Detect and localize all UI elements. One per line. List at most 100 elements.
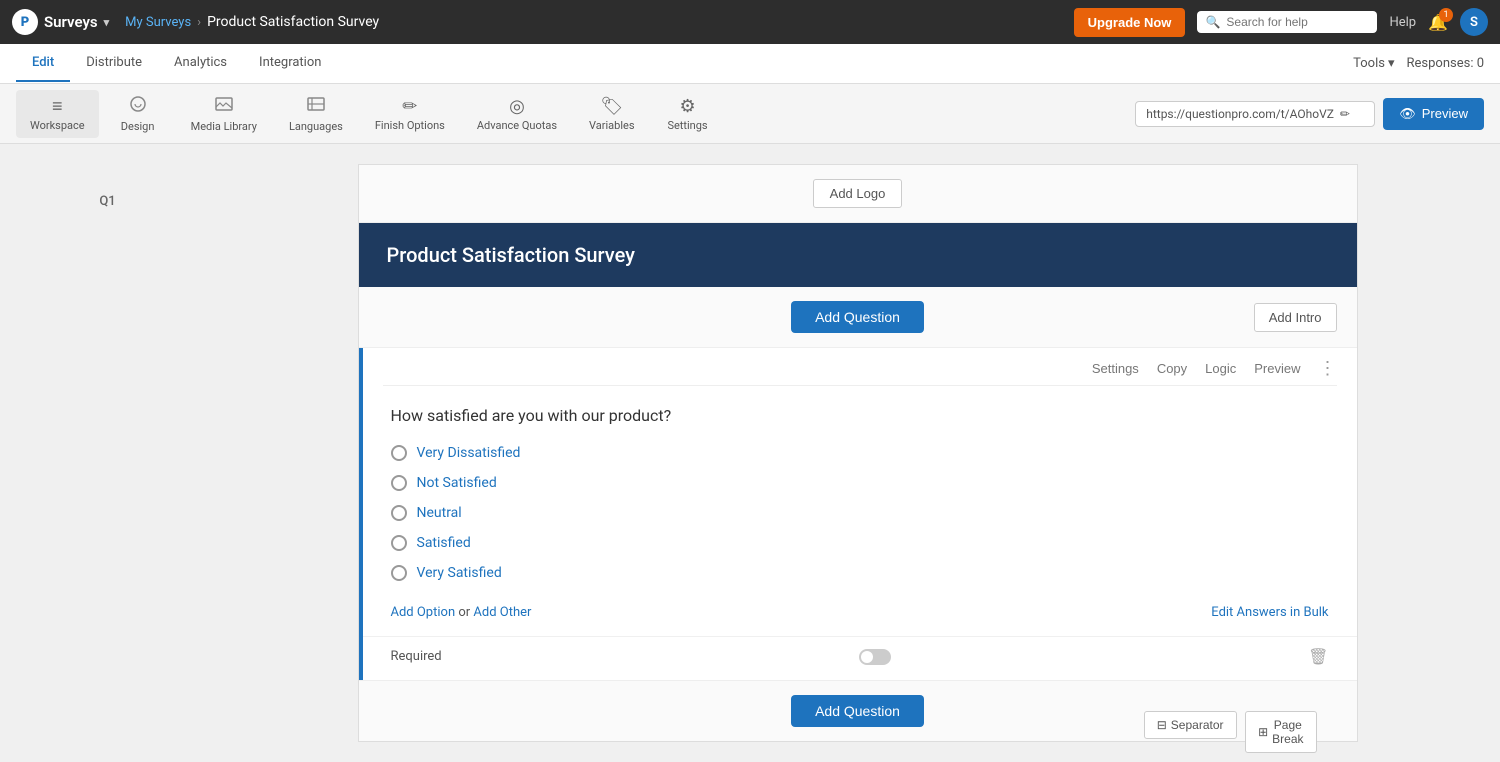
toolbar-media-library[interactable]: Media Library [177,89,271,139]
question-copy-button[interactable]: Copy [1157,361,1187,376]
add-option-links: Add Option or Add Other [391,605,532,620]
survey-area: Add Logo Product Satisfaction Survey Add… [215,144,1500,762]
options-list: Very Dissatisfied Not Satisfied Neutral … [363,435,1357,601]
add-question-bar-bottom: Add Question ⊟ Separator ⊞ Page Break [359,680,1357,741]
question-sidebar-label: Q1 [99,194,115,209]
question-block: Settings Copy Logic Preview ⋮ How satisf… [359,348,1357,680]
tab-integration[interactable]: Integration [243,45,337,82]
list-item: Satisfied [391,535,1329,551]
search-input[interactable] [1226,15,1369,29]
required-row: Required 🗑 [363,636,1357,680]
add-logo-bar: Add Logo [359,165,1357,223]
survey-url: https://questionpro.com/t/AOhoVZ [1146,107,1334,121]
add-question-button-bottom[interactable]: Add Question [791,695,924,727]
brand-dropdown-icon[interactable]: ▾ [104,16,110,29]
help-label[interactable]: Help [1389,15,1416,30]
top-nav-right: Upgrade Now 🔍 Help 🔔 1 S [1074,8,1488,37]
question-logic-button[interactable]: Logic [1205,361,1236,376]
page-break-icon: ⊞ [1258,725,1268,739]
breadcrumb-separator: › [197,15,201,30]
variables-label: Variables [589,119,635,132]
media-library-label: Media Library [191,120,257,133]
advance-quotas-icon: ◎ [509,96,525,117]
or-separator: or [458,605,473,620]
brand-name: Surveys [44,13,98,31]
search-box: 🔍 [1197,11,1377,33]
survey-url-box: https://questionpro.com/t/AOhoVZ ✏ [1135,101,1375,127]
question-settings-button[interactable]: Settings [1092,361,1139,376]
settings-icon: ⚙ [679,96,695,117]
required-toggle[interactable] [859,649,891,665]
toolbar-right: https://questionpro.com/t/AOhoVZ ✏ 👁 Pre… [1135,98,1484,130]
media-library-icon [214,95,234,118]
breadcrumb: My Surveys › Product Satisfaction Survey [125,14,379,30]
separator-button[interactable]: ⊟ Separator [1144,711,1237,739]
list-item: Neutral [391,505,1329,521]
toolbar-settings[interactable]: ⚙ Settings [653,90,723,138]
upgrade-button[interactable]: Upgrade Now [1074,8,1186,37]
left-sidebar: Q1 [0,144,215,762]
option-label-2: Not Satisfied [417,475,497,491]
workspace-icon: ≡ [52,96,63,117]
add-question-button-top[interactable]: Add Question [791,301,924,333]
secondary-nav: Edit Distribute Analytics Integration To… [0,44,1500,84]
design-icon [128,95,148,118]
finish-options-icon: ✏ [402,96,417,117]
advance-quotas-label: Advance Quotas [477,119,557,132]
add-logo-button[interactable]: Add Logo [813,179,903,208]
brand: P Surveys ▾ [12,9,109,35]
add-option-link[interactable]: Add Option [391,605,456,620]
question-more-icon[interactable]: ⋮ [1319,358,1337,379]
design-label: Design [121,120,155,133]
radio-circle-3[interactable] [391,505,407,521]
page-break-button[interactable]: ⊞ Page Break [1245,711,1316,753]
radio-circle-1[interactable] [391,445,407,461]
add-option-row: Add Option or Add Other Edit Answers in … [363,601,1357,636]
toolbar-workspace[interactable]: ≡ Workspace [16,90,99,138]
toolbar-variables[interactable]: 🏷 Variables [575,90,649,138]
radio-circle-5[interactable] [391,565,407,581]
edit-bulk-button[interactable]: Edit Answers in Bulk [1211,605,1328,620]
notification-badge: 1 [1439,8,1453,22]
required-label: Required [391,649,442,664]
toolbar: ≡ Workspace Design Media Library Languag… [0,84,1500,144]
question-preview-button[interactable]: Preview [1254,361,1300,376]
add-question-bar-top: Add Question Add Intro [359,287,1357,348]
breadcrumb-current: Product Satisfaction Survey [207,14,379,30]
tab-distribute[interactable]: Distribute [70,45,158,82]
finish-options-label: Finish Options [375,119,445,132]
option-label-1: Very Dissatisfied [417,445,521,461]
user-avatar[interactable]: S [1460,8,1488,36]
url-edit-icon[interactable]: ✏ [1340,107,1350,121]
survey-title: Product Satisfaction Survey [387,243,635,267]
secondary-nav-tabs: Edit Distribute Analytics Integration [16,45,337,82]
tab-analytics[interactable]: Analytics [158,45,243,82]
search-icon: 🔍 [1205,15,1220,29]
variables-icon: 🏷 [600,96,623,117]
separator-icon: ⊟ [1157,718,1167,732]
tab-edit[interactable]: Edit [16,45,70,82]
responses-count: Responses: 0 [1407,56,1485,71]
toolbar-advance-quotas[interactable]: ◎ Advance Quotas [463,90,571,138]
question-text: How satisfied are you with our product? [363,386,1357,435]
top-nav: P Surveys ▾ My Surveys › Product Satisfa… [0,0,1500,44]
survey-container: Add Logo Product Satisfaction Survey Add… [358,164,1358,742]
toolbar-finish-options[interactable]: ✏ Finish Options [361,90,459,138]
delete-question-icon[interactable]: 🗑 [1308,647,1328,666]
settings-label: Settings [667,119,707,132]
question-actions: Settings Copy Logic Preview ⋮ [363,348,1357,385]
tools-button[interactable]: Tools ▾ [1353,56,1394,71]
toolbar-design[interactable]: Design [103,89,173,139]
languages-label: Languages [289,120,343,133]
radio-circle-2[interactable] [391,475,407,491]
workspace-label: Workspace [30,119,85,132]
list-item: Very Satisfied [391,565,1329,581]
preview-button[interactable]: 👁 Preview [1383,98,1484,130]
radio-circle-4[interactable] [391,535,407,551]
toolbar-languages[interactable]: Languages [275,89,357,139]
add-other-link[interactable]: Add Other [473,605,531,620]
notification-bell[interactable]: 🔔 1 [1428,13,1448,32]
breadcrumb-home[interactable]: My Surveys [125,15,191,30]
option-label-3: Neutral [417,505,462,521]
add-intro-button[interactable]: Add Intro [1254,303,1337,332]
